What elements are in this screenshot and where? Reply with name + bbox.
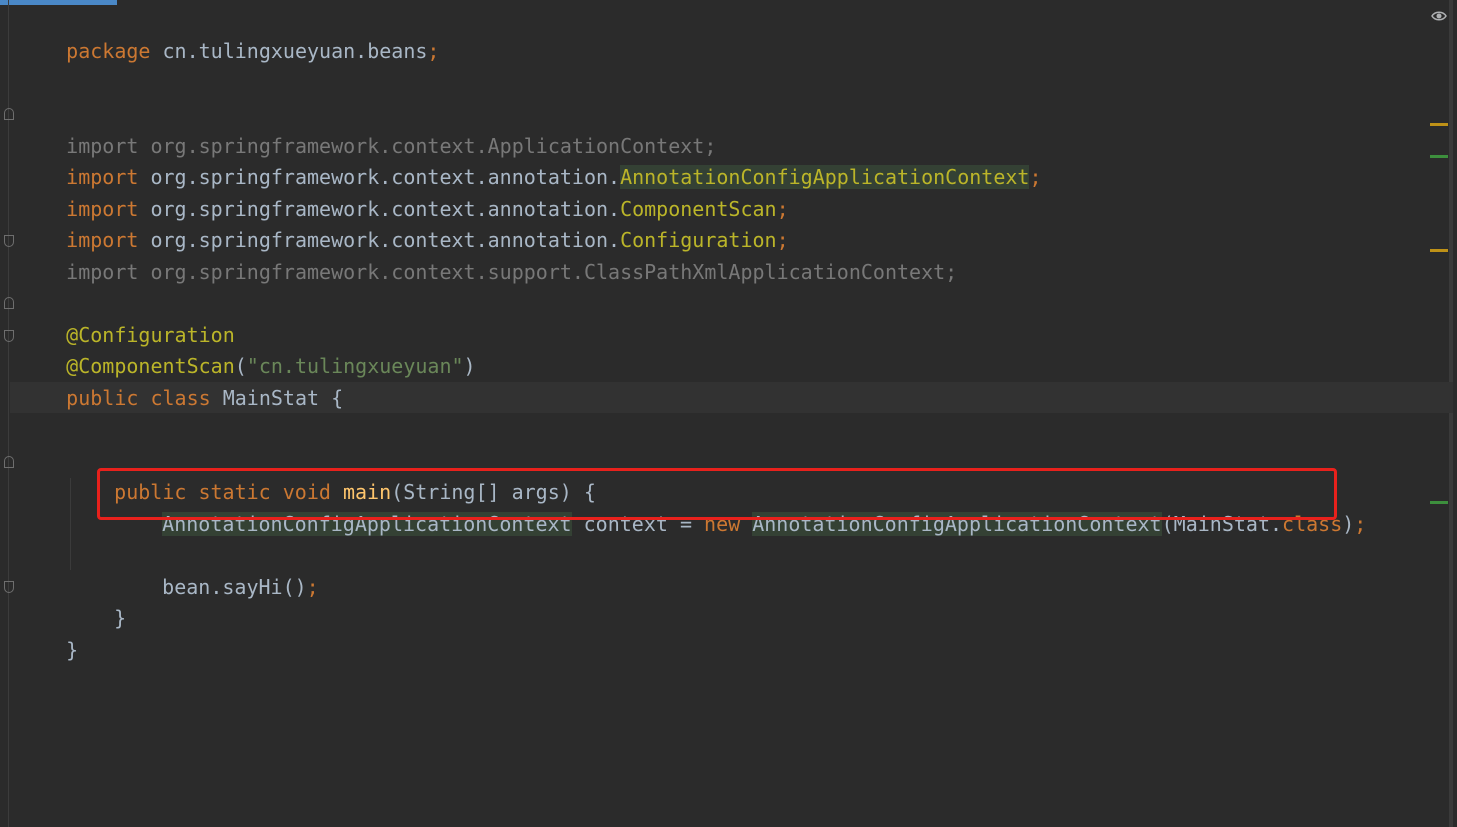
package-name: cn.tulingxueyuan.beans [150, 39, 428, 63]
semicolon: ; [427, 39, 440, 63]
error-stripe[interactable] [1449, 0, 1453, 827]
fold-imports-icon[interactable] [4, 108, 14, 120]
info-marker[interactable] [1430, 501, 1448, 504]
code-line-import-4[interactable]: import org.springframework.context.annot… [18, 194, 788, 252]
fold-method-icon[interactable] [4, 456, 14, 468]
code-line-annotation-configuration[interactable]: @Configuration [18, 289, 235, 347]
code-line-import-2[interactable]: import org.springframework.context.annot… [18, 131, 1042, 189]
class-name: MainStat { [210, 386, 344, 410]
code-line-method-close[interactable]: } [66, 572, 126, 630]
warning-marker[interactable] [1430, 123, 1448, 126]
code-line-import-5[interactable]: import org.springframework.context.suppo… [18, 226, 957, 284]
keyword-package: package [66, 39, 151, 63]
code-line-sayhi[interactable]: bean.sayHi(); [114, 541, 319, 599]
code-editor[interactable]: package cn.tulingxueyuan.beans; import o… [0, 0, 1453, 827]
highlight-box [97, 468, 1337, 520]
code-line-import-1[interactable]: import org.springframework.context.Appli… [18, 100, 716, 158]
eye-icon[interactable] [1431, 8, 1447, 24]
warning-marker[interactable] [1430, 249, 1448, 252]
import-path: org.springframework.context.support.Clas… [138, 260, 958, 284]
fold-method-end-icon[interactable] [4, 581, 14, 593]
info-marker[interactable] [1430, 155, 1448, 158]
code-line-class-close[interactable]: } [18, 604, 78, 662]
code-line-import-3[interactable]: import org.springframework.context.annot… [18, 163, 788, 221]
gutter-divider [8, 0, 9, 827]
fold-annotation-icon[interactable] [4, 330, 14, 342]
code-line-annotation-componentscan[interactable]: @ComponentScan("cn.tulingxueyuan") [18, 320, 475, 378]
code-line-class-decl[interactable]: public class MainStat { [18, 352, 343, 410]
code-line-package[interactable]: package cn.tulingxueyuan.beans; [18, 5, 439, 63]
import-keyword: import [66, 260, 139, 284]
fold-imports-end-icon[interactable] [4, 235, 14, 247]
indent-guide [70, 478, 71, 570]
fold-class-icon[interactable] [4, 297, 14, 309]
